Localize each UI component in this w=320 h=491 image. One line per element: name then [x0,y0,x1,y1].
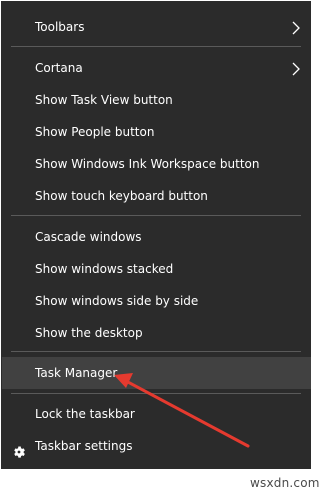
menu-item-cascade-windows[interactable]: Cascade windows [2,221,311,253]
menu-item-label: Show the desktop [35,326,143,340]
menu-item-label: Show Windows Ink Workspace button [35,157,260,171]
menu-item-label: Show People button [35,125,155,139]
menu-item-windows-stacked[interactable]: Show windows stacked [2,253,311,285]
chevron-right-icon [289,11,303,43]
gear-icon [12,439,26,458]
menu-item-label: Cascade windows [35,230,142,244]
menu-separator [11,393,301,394]
menu-item-label: Task Manager [35,366,118,380]
menu-item-label: Toolbars [35,20,85,34]
menu-item-lock-taskbar[interactable]: Lock the taskbar [2,398,311,430]
menu-item-label: Show windows side by side [35,294,199,308]
menu-item-toolbars[interactable]: Toolbars [2,11,311,43]
menu-item-label: Show Task View button [35,93,173,107]
menu-item-label: Show touch keyboard button [35,189,208,203]
context-menu: Toolbars Cortana Show Task View button S… [0,0,319,491]
menu-item-label: Cortana [35,61,83,75]
chevron-right-icon [289,52,303,84]
watermark: wsxdn.com [250,476,320,490]
taskbar-context-menu: Toolbars Cortana Show Task View button S… [1,1,311,469]
menu-item-cortana[interactable]: Cortana [2,52,311,84]
menu-item-show-touch-keyboard[interactable]: Show touch keyboard button [2,180,311,212]
menu-item-label: Taskbar settings [35,439,133,453]
menu-item-task-manager[interactable]: Task Manager [2,357,311,389]
menu-item-show-desktop[interactable]: Show the desktop [2,317,311,349]
menu-item-taskbar-settings[interactable]: Taskbar settings [2,430,311,462]
menu-separator [11,215,301,216]
menu-item-label: Show windows stacked [35,262,174,276]
menu-item-show-task-view[interactable]: Show Task View button [2,84,311,116]
menu-item-windows-side-by-side[interactable]: Show windows side by side [2,285,311,317]
menu-item-show-people[interactable]: Show People button [2,116,311,148]
menu-item-label: Lock the taskbar [35,407,135,421]
menu-separator [11,351,301,352]
menu-item-show-ink-workspace[interactable]: Show Windows Ink Workspace button [2,148,311,180]
menu-separator [11,46,301,47]
